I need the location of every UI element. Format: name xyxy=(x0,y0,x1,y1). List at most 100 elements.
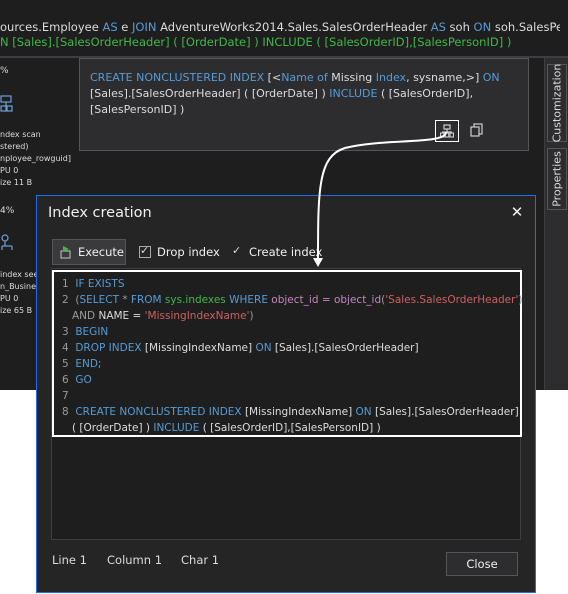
code-keyword: CREATE NONCLUSTERED INDEX xyxy=(75,406,242,418)
code-line: 8 CREATE NONCLUSTERED INDEX [MissingInde… xyxy=(62,404,519,420)
hint-fragment: , sysname,>] xyxy=(406,71,483,84)
create-index-checkbox[interactable]: Create index xyxy=(231,244,323,259)
code-operator: * xyxy=(118,294,131,306)
script-highlight-frame: 1 IF EXISTS 2 (SELECT * FROM sys.indexes… xyxy=(52,270,522,437)
line-number: 7 xyxy=(62,390,69,402)
status-char: Char 1 xyxy=(181,553,220,567)
tab-properties-label: Properties xyxy=(550,151,564,207)
hint-keyword: Index xyxy=(375,71,407,84)
close-button[interactable]: Close xyxy=(446,552,518,576)
code-text: [MissingIndexName] xyxy=(241,406,356,418)
operator-label: PU 0 xyxy=(0,294,19,303)
code-keyword: ON xyxy=(255,342,272,354)
query-text-line-2[interactable]: N [Sales].[SalesOrderHeader] ( [OrderDat… xyxy=(0,34,560,50)
tab-customization[interactable]: Customization xyxy=(547,64,567,142)
execute-button[interactable]: Execute xyxy=(52,239,126,265)
query-fragment: e xyxy=(117,20,133,34)
code-text: ( [SalesOrderID],[SalesPersonID] ) xyxy=(199,422,381,434)
line-number: 4 xyxy=(62,342,69,354)
query-keyword: AS xyxy=(102,20,118,34)
checkbox-checked-icon xyxy=(139,244,151,258)
code-line: 7 xyxy=(62,388,72,404)
code-line: 6 GO xyxy=(62,372,92,388)
tooltip-sql-text: CREATE NONCLUSTERED INDEX [<Name of Miss… xyxy=(90,70,500,118)
tab-properties[interactable]: Properties xyxy=(547,148,567,210)
code-paren: ) xyxy=(249,310,254,322)
code-paren: ) xyxy=(518,294,523,306)
code-line: 3 BEGIN xyxy=(62,324,108,340)
close-icon[interactable]: ✕ xyxy=(509,204,525,220)
index-seek-icon[interactable] xyxy=(0,232,14,252)
create-index-label: Create index xyxy=(249,245,323,259)
index-creation-dialog: Index creation ✕ Execute Drop index Crea… xyxy=(36,195,536,593)
code-keyword: AND xyxy=(72,310,96,322)
create-index-script-button[interactable] xyxy=(435,120,459,142)
operator-cost-1: % xyxy=(0,66,9,76)
index-tree-icon xyxy=(440,124,454,138)
code-line-continuation: ( [OrderDate] ) INCLUDE ( [SalesOrderID]… xyxy=(72,420,381,436)
status-column: Column 1 xyxy=(107,553,163,567)
code-keyword: IF EXISTS xyxy=(75,278,125,290)
hint-fragment: [< xyxy=(264,71,282,84)
query-fragment: soh.SalesPersonID... xyxy=(494,20,560,34)
checkbox-checked-icon xyxy=(231,244,243,258)
line-number: 3 xyxy=(62,326,69,338)
code-string: 'MissingIndexName' xyxy=(144,310,250,322)
code-keyword: DROP INDEX xyxy=(75,342,142,354)
hint-fragment: [Sales].[SalesOrderHeader] ( [OrderDate]… xyxy=(90,87,330,100)
line-number: 5 xyxy=(62,358,69,370)
operator-label: ize 65 B xyxy=(0,306,33,315)
copy-icon xyxy=(470,123,483,137)
code-keyword: FROM xyxy=(130,294,162,306)
code-semicolon: ; xyxy=(97,358,102,370)
status-line: Line 1 xyxy=(52,553,87,567)
query-fragment: ources.Employee xyxy=(0,20,103,34)
operator-cost-2: 4% xyxy=(0,206,15,216)
code-keyword: GO xyxy=(75,374,92,386)
hint-keyword: CREATE NONCLUSTERED INDEX xyxy=(90,71,265,84)
query-keyword: ON xyxy=(473,20,492,34)
index-scan-icon[interactable] xyxy=(0,94,14,114)
tab-customization-label: Customization xyxy=(550,63,564,143)
code-sys-object: sys.indexes xyxy=(161,294,230,306)
code-function: object_id = object_id xyxy=(267,294,382,306)
code-line: 5 END; xyxy=(62,356,101,372)
line-number: 2 xyxy=(62,294,69,306)
missing-index-tooltip: CREATE NONCLUSTERED INDEX [<Name of Miss… xyxy=(79,58,529,151)
code-line-continuation: AND NAME = 'MissingIndexName') xyxy=(72,308,254,324)
code-string: 'Sales.SalesOrderHeader' xyxy=(385,294,519,306)
code-text: NAME = xyxy=(95,310,145,322)
missing-index-hint-text: N [Sales].[SalesOrderHeader] ( [OrderDat… xyxy=(0,35,512,49)
code-text: [Sales].[SalesOrderHeader] xyxy=(371,406,519,418)
query-text-line-1[interactable]: ources.Employee AS e JOIN AdventureWorks… xyxy=(0,19,560,35)
query-keyword: AS xyxy=(430,20,446,34)
dialog-title: Index creation xyxy=(48,205,152,221)
operator-label: PU 0 xyxy=(0,166,19,175)
operator-label: ndex scan xyxy=(0,130,41,139)
code-keyword: SELECT xyxy=(79,294,119,306)
operator-label: ize 11 B xyxy=(0,178,33,187)
code-line: 2 (SELECT * FROM sys.indexes WHERE objec… xyxy=(62,292,522,308)
operator-label: nployee_rowguid] xyxy=(0,154,71,163)
query-fragment: soh xyxy=(445,20,474,34)
execute-label: Execute xyxy=(78,245,124,259)
code-text: [MissingIndexName] xyxy=(141,342,256,354)
drop-index-checkbox[interactable]: Drop index xyxy=(139,244,220,259)
drop-index-label: Drop index xyxy=(157,245,220,259)
side-tab-strip: Customization Properties xyxy=(544,58,568,390)
query-fragment: AdventureWorks2014.Sales.SalesOrderHeade… xyxy=(156,20,431,34)
line-number: 6 xyxy=(62,374,69,386)
copy-button[interactable] xyxy=(468,120,486,140)
line-number: 8 xyxy=(62,406,69,418)
hint-fragment: Missing xyxy=(327,71,376,84)
code-text: [Sales].[SalesOrderHeader] xyxy=(271,342,419,354)
code-keyword: ON xyxy=(355,406,372,418)
code-line: 4 DROP INDEX [MissingIndexName] ON [Sale… xyxy=(62,340,419,356)
hint-fragment: [SalesPersonID] ) xyxy=(90,103,185,116)
execute-icon xyxy=(60,246,71,259)
code-text: ( [OrderDate] ) xyxy=(72,422,154,434)
hint-placeholder: Name of xyxy=(281,71,328,84)
code-keyword: BEGIN xyxy=(75,326,109,338)
hint-fragment: ( [SalesOrderID], xyxy=(377,87,474,100)
code-keyword: WHERE xyxy=(229,294,268,306)
